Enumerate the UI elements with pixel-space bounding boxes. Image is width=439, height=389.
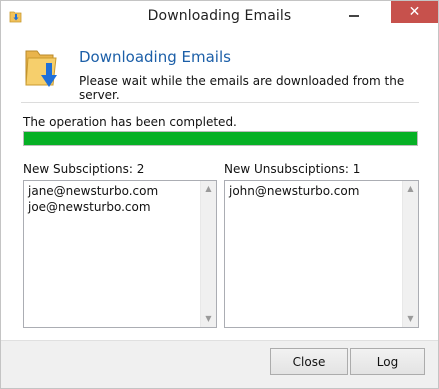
scroll-down-icon[interactable]: ▼: [201, 311, 216, 327]
dialog-window: Downloading Emails ✕ Downloading Emails …: [0, 0, 439, 389]
progress-bar: [23, 131, 418, 146]
scroll-down-icon[interactable]: ▼: [403, 311, 418, 327]
scrollbar[interactable]: ▲ ▼: [200, 181, 216, 327]
header-divider: [21, 102, 419, 103]
scroll-up-icon[interactable]: ▲: [403, 181, 418, 197]
log-button[interactable]: Log: [350, 348, 425, 375]
page-title: Downloading Emails: [79, 48, 231, 66]
subscriptions-list[interactable]: jane@newsturbo.com joe@newsturbo.com ▲ ▼: [23, 180, 217, 328]
scroll-up-icon[interactable]: ▲: [201, 181, 216, 197]
title-bar[interactable]: Downloading Emails ✕: [1, 1, 438, 31]
folder-download-icon: [23, 45, 67, 91]
list-item[interactable]: joe@newsturbo.com: [28, 199, 158, 215]
close-button[interactable]: Close: [270, 348, 348, 375]
scrollbar[interactable]: ▲ ▼: [402, 181, 418, 327]
minimize-button[interactable]: [339, 1, 369, 23]
window-close-button[interactable]: ✕: [391, 1, 438, 23]
close-icon: ✕: [408, 4, 421, 20]
list-item[interactable]: jane@newsturbo.com: [28, 183, 158, 199]
window-title: Downloading Emails: [147, 8, 292, 24]
subscriptions-label: New Subsciptions: 2: [23, 162, 145, 176]
progress-bar-fill: [24, 132, 417, 145]
list-item[interactable]: john@newsturbo.com: [229, 183, 359, 199]
page-subtitle: Please wait while the emails are downloa…: [79, 74, 405, 102]
status-text: The operation has been completed.: [23, 115, 237, 129]
unsubscriptions-label: New Unsubsciptions: 1: [224, 162, 361, 176]
unsubscriptions-list[interactable]: john@newsturbo.com ▲ ▼: [224, 180, 419, 328]
